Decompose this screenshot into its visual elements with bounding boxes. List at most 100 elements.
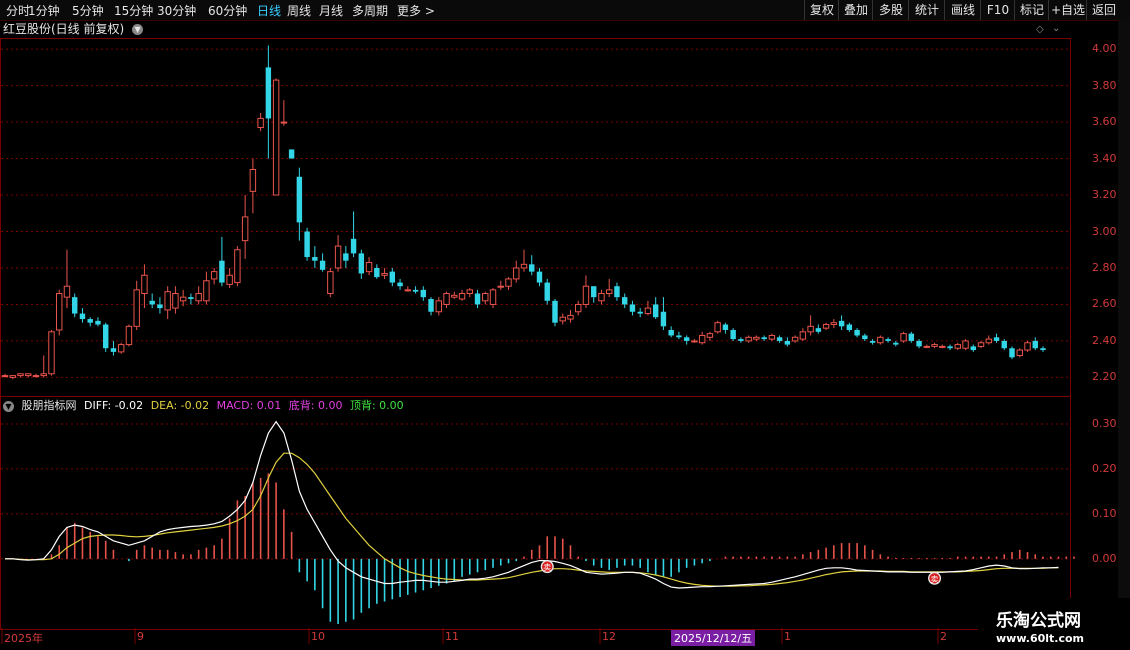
sell-marker-label: 卖 (543, 563, 551, 572)
candle-body (296, 176, 303, 223)
candle-body (350, 238, 357, 254)
date-tick-label: 10 (311, 630, 325, 643)
candle-body (179, 296, 187, 302)
candle-body (304, 231, 310, 258)
price-tick-label: 3.20 (1092, 188, 1117, 202)
candle-body (637, 311, 643, 314)
watermark-logo: 乐淘公式网 www.60lt.com (978, 598, 1130, 650)
candle-body (141, 274, 148, 295)
candle-body (288, 149, 295, 159)
candle-body (117, 344, 125, 353)
candle-body (644, 307, 652, 315)
price-tick-label: 2.80 (1092, 260, 1117, 274)
candle-body (327, 271, 334, 295)
candle-body (799, 331, 807, 340)
candle-body (668, 329, 674, 336)
dibei-value: 底背: 0.00 (288, 399, 343, 412)
candle-body (791, 336, 799, 342)
candle-body (908, 333, 915, 341)
candle-body (334, 245, 342, 269)
date-tick-label: 2 (940, 630, 947, 643)
candle-body (343, 253, 349, 261)
candle-body (428, 298, 434, 312)
candle-body (575, 303, 582, 313)
candle-body (358, 253, 365, 274)
right-side-panel[interactable] (1118, 20, 1130, 650)
candle-body (188, 297, 194, 299)
candle-body (265, 67, 272, 119)
date-tick-label: 9 (137, 630, 144, 643)
candle-body (72, 297, 78, 314)
candle-body (226, 274, 233, 285)
price-tick-label: 4.00 (1092, 42, 1117, 56)
candle-body (389, 271, 396, 283)
macd-tick-label: 0.10 (1092, 506, 1117, 520)
candle-body (582, 285, 590, 305)
candle-body (505, 278, 512, 287)
candle-body (753, 336, 760, 340)
kline-chart[interactable]: 卖卖 (0, 0, 1130, 650)
candle-body (110, 348, 117, 352)
candle-body (63, 285, 71, 298)
candle-body (683, 337, 690, 341)
candle-body (954, 344, 962, 349)
candle-body (846, 324, 853, 330)
price-tick-label: 3.60 (1092, 115, 1117, 129)
price-tick-label: 2.60 (1092, 297, 1117, 311)
macd-tick-label: 0.00 (1092, 551, 1117, 565)
candle-body (822, 324, 830, 329)
candle-body (17, 373, 24, 377)
candle-body (319, 260, 326, 270)
candle-body (458, 293, 466, 300)
candle-body (947, 346, 953, 349)
selected-date-label: 2025/12/12/五 (671, 630, 756, 646)
candle-body (1009, 348, 1015, 358)
candle-body (489, 289, 497, 305)
candle-body (1040, 348, 1046, 351)
diff-value: DIFF: -0.02 (84, 399, 144, 412)
candle-body (854, 329, 860, 336)
candle-body (544, 282, 550, 301)
price-tick-label: 3.80 (1092, 78, 1117, 92)
candle-body (838, 320, 845, 327)
candle-body (133, 289, 140, 327)
candle-body (714, 322, 721, 333)
candle-body (893, 342, 899, 345)
candle-body (1, 375, 9, 378)
candle-body (698, 334, 706, 344)
price-tick-label: 3.00 (1092, 224, 1117, 238)
date-tick-label: 2025年 (4, 632, 43, 645)
candle-body (676, 335, 682, 338)
sell-marker-label: 卖 (931, 575, 939, 584)
candle-body (280, 121, 288, 124)
candle-body (25, 373, 32, 377)
candle-body (397, 282, 403, 287)
candle-body (482, 293, 489, 302)
candle-body (567, 314, 574, 320)
candle-body (614, 286, 620, 298)
candle-body (722, 324, 729, 330)
candle-body (87, 319, 93, 323)
candle-body (466, 289, 473, 295)
candle-body (939, 345, 946, 348)
candle-body (9, 375, 16, 378)
candle-body (79, 313, 86, 320)
date-tick-label: 12 (602, 630, 616, 643)
indicator-name: 股朋指标网 (21, 399, 77, 412)
candle-body (1024, 342, 1031, 351)
date-tick-label: 11 (445, 630, 459, 643)
candle-body (652, 304, 659, 318)
candle-body (552, 300, 558, 323)
dingbei-value: 顶背: 0.00 (349, 399, 404, 412)
dea-value: DEA: -0.02 (150, 399, 210, 412)
price-tick-label: 2.40 (1092, 333, 1117, 347)
candle-body (312, 257, 318, 261)
candle-body (374, 267, 380, 278)
candle-body (660, 311, 667, 327)
chevron-down-icon[interactable]: ▼ (3, 400, 14, 412)
candle-body (807, 325, 814, 333)
candle-body (404, 289, 412, 292)
candle-body (157, 304, 163, 309)
watermark-title: 乐淘公式网 (996, 611, 1081, 631)
candle-body (203, 280, 210, 302)
